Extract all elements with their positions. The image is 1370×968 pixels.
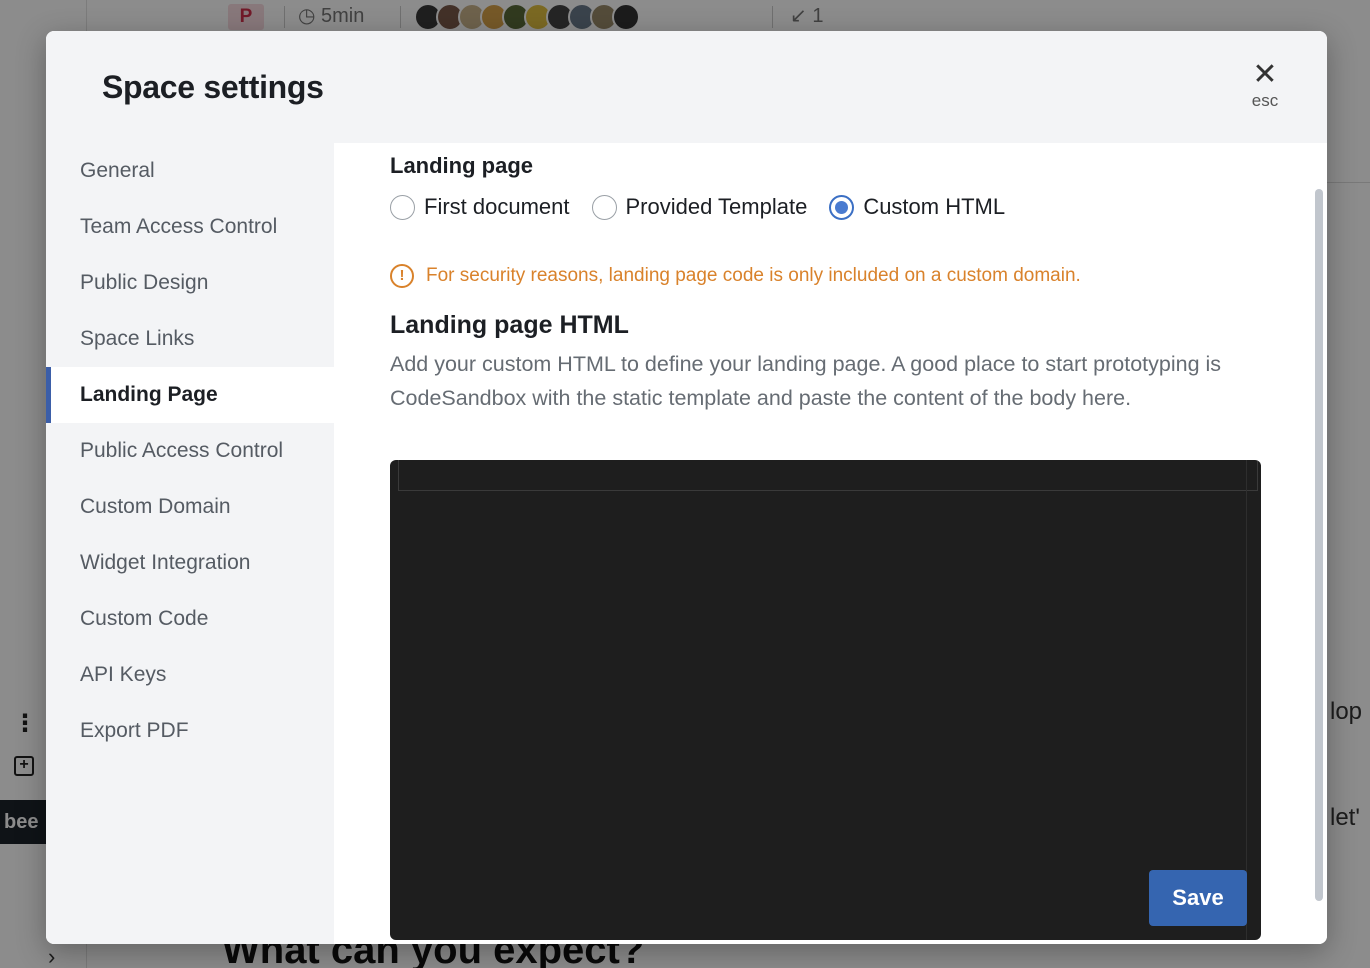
radio-circle[interactable] [591, 194, 617, 220]
sidebar-item-general[interactable]: General [46, 143, 334, 199]
sidebar-item-public-design[interactable]: Public Design [46, 255, 334, 311]
settings-content: Landing page First document Provided Tem… [334, 143, 1327, 944]
landing-page-html-title: Landing page HTML [390, 311, 629, 339]
sidebar-item-public-access-control[interactable]: Public Access Control [46, 423, 334, 479]
sidebar-item-custom-domain[interactable]: Custom Domain [46, 479, 334, 535]
radio-provided-template[interactable]: Provided Template [591, 194, 807, 220]
sidebar-item-api-keys[interactable]: API Keys [46, 647, 334, 703]
save-button[interactable]: Save [1149, 870, 1247, 926]
close-button[interactable]: ✕ esc [1241, 58, 1289, 111]
space-settings-modal: Space settings ✕ esc General Team Access… [46, 31, 1327, 944]
warning-text: For security reasons, landing page code … [426, 265, 1081, 286]
radio-circle-checked[interactable] [829, 194, 855, 220]
landing-page-html-description: Add your custom HTML to define your land… [390, 352, 1222, 410]
sidebar-item-team-access-control[interactable]: Team Access Control [46, 199, 334, 255]
sidebar-item-widget-integration[interactable]: Widget Integration [46, 535, 334, 591]
security-warning: ! For security reasons, landing page cod… [390, 264, 1081, 288]
landing-page-label: Landing page [390, 153, 533, 178]
warning-icon: ! [390, 264, 414, 288]
settings-sidebar: General Team Access Control Public Desig… [46, 143, 334, 944]
radio-custom-html[interactable]: Custom HTML [829, 194, 1005, 220]
modal-title: Space settings [102, 69, 324, 105]
radio-first-document[interactable]: First document [390, 194, 570, 220]
editor-current-line[interactable] [398, 460, 1258, 491]
html-code-editor[interactable]: Save [390, 460, 1261, 940]
close-icon: ✕ [1252, 58, 1278, 91]
sidebar-item-custom-code[interactable]: Custom Code [46, 591, 334, 647]
modal-header: Space settings ✕ esc [46, 31, 1327, 143]
content-scrollbar[interactable] [1315, 189, 1323, 901]
landing-page-options: First document Provided Template Custom … [390, 194, 1027, 220]
sidebar-item-space-links[interactable]: Space Links [46, 311, 334, 367]
close-hint: esc [1251, 91, 1279, 110]
sidebar-item-landing-page[interactable]: Landing Page [46, 367, 334, 423]
sidebar-item-export-pdf[interactable]: Export PDF [46, 703, 334, 759]
radio-circle[interactable] [390, 194, 415, 220]
